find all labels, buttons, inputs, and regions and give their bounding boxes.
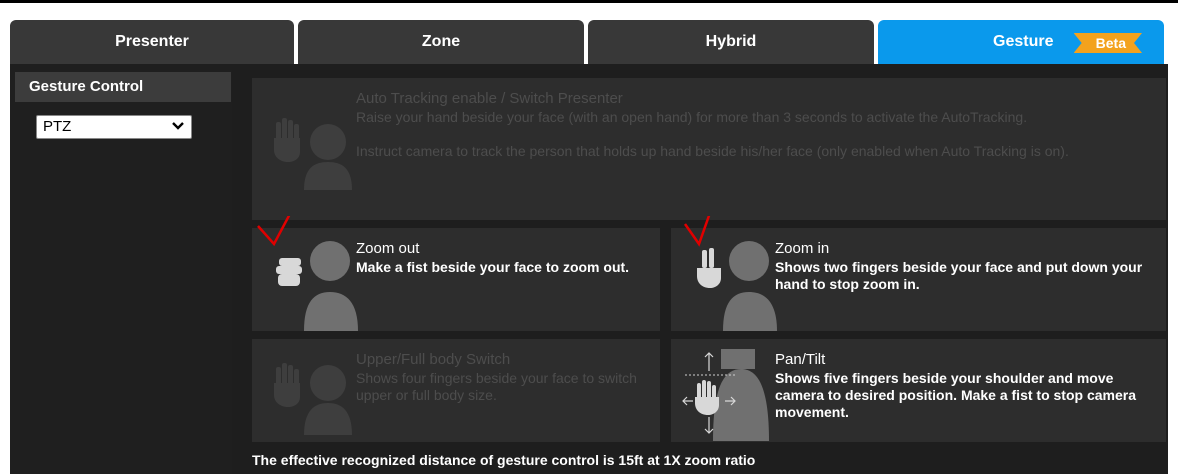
tab-zone[interactable]: Zone xyxy=(298,20,584,64)
distance-note: The effective recognized distance of ges… xyxy=(252,452,756,468)
tab-label: Hybrid xyxy=(705,33,757,50)
card-title: Upper/Full body Switch xyxy=(356,351,511,368)
tab-hybrid[interactable]: Hybrid xyxy=(588,20,874,64)
tab-label: Presenter xyxy=(115,33,189,50)
card-zoom-in: Zoom in Shows two fingers beside your fa… xyxy=(671,216,1166,331)
card-title: Pan/Tilt xyxy=(775,351,826,368)
tab-bar: Presenter Zone Hybrid Gesture Beta xyxy=(10,20,1168,64)
card-desc: Shows four fingers beside your face to s… xyxy=(356,370,637,403)
card-desc: Shows five fingers beside your shoulder … xyxy=(775,370,1136,420)
tab-label: Zone xyxy=(421,33,461,50)
open-hand-person-icon xyxy=(274,118,352,190)
check-annotation xyxy=(257,216,291,247)
two-fingers-person-icon xyxy=(683,216,777,331)
card-zoom-out: Zoom out Make a fist beside your face to… xyxy=(252,216,660,331)
tab-gesture[interactable]: Gesture Beta xyxy=(878,20,1164,64)
tab-presenter[interactable]: Presenter xyxy=(10,20,294,64)
sidebar-title: Gesture Control xyxy=(15,72,231,102)
chevron-down-icon xyxy=(172,122,184,130)
card-body-switch: Upper/Full body Switch Shows four finger… xyxy=(252,339,660,442)
tab-label: Gesture xyxy=(993,33,1054,50)
card-desc-2: Instruct camera to track the person that… xyxy=(356,143,1069,159)
fist-person-icon xyxy=(257,216,358,331)
card-desc: Raise your hand beside your face (with a… xyxy=(356,109,1028,125)
card-title: Auto Tracking enable / Switch Presenter xyxy=(356,90,623,107)
five-fingers-move-icon xyxy=(682,349,769,441)
card-desc: Shows two fingers beside your face and p… xyxy=(775,259,1143,292)
beta-badge: Beta xyxy=(1074,33,1142,53)
card-pan-tilt: Pan/Tilt Shows five fingers beside your … xyxy=(671,339,1166,442)
four-fingers-person-icon xyxy=(274,363,352,435)
card-title: Zoom in xyxy=(775,240,830,257)
top-border xyxy=(0,0,1178,3)
mode-select[interactable]: PTZ xyxy=(36,115,192,139)
card-desc: Make a fist beside your face to zoom out… xyxy=(356,259,630,275)
check-annotation xyxy=(683,216,711,247)
mode-select-value: PTZ xyxy=(43,118,72,135)
card-title: Zoom out xyxy=(356,240,420,257)
card-auto-tracking: Auto Tracking enable / Switch Presenter … xyxy=(252,78,1166,220)
